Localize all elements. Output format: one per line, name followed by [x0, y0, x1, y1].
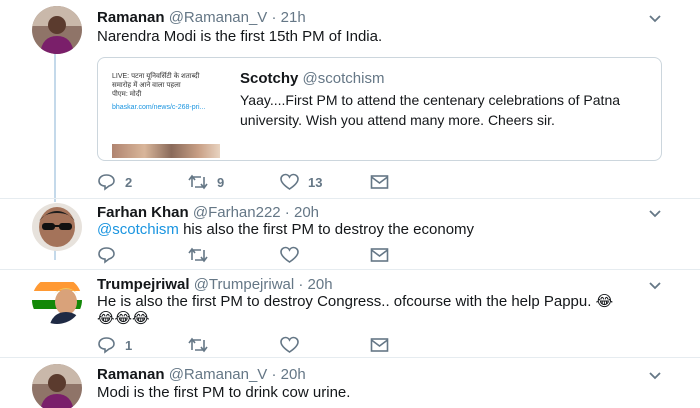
chevron-down-icon[interactable] — [648, 11, 662, 25]
mail-icon — [370, 248, 389, 262]
reply-icon — [98, 247, 115, 264]
author-name[interactable]: Trumpejriwal — [97, 276, 190, 293]
mention-link[interactable]: @scotchism — [97, 221, 179, 238]
tweet[interactable]: Farhan Khan @Farhan222 · 20h @scotchism … — [0, 199, 700, 269]
chevron-down-icon[interactable] — [648, 206, 662, 220]
heart-icon — [280, 173, 299, 190]
avatar[interactable] — [32, 364, 82, 408]
tweet[interactable]: Ramanan @Ramanan_V · 21h Narendra Modi i… — [0, 0, 700, 200]
author-name[interactable]: Ramanan — [97, 366, 165, 383]
tweet-text: He is also the first PM to destroy Congr… — [97, 293, 614, 310]
tweet[interactable]: Trumpejriwal @Trumpejriwal · 20h He is a… — [0, 270, 700, 356]
reply-button[interactable]: 1 — [97, 335, 132, 355]
thumbnail-headline: समारोह में आने वाला पहला — [112, 82, 181, 89]
link-thumbnail[interactable]: LIVE: पटना यूनिवर्सिटी के शताब्दी समारोह… — [108, 66, 225, 158]
tweet-text: Narendra Modi is the first 15th PM of In… — [97, 28, 383, 45]
retweet-icon — [188, 174, 208, 190]
heart-icon — [280, 336, 299, 353]
reply-button[interactable] — [97, 245, 116, 265]
author-meta: @Farhan222 · 20h — [192, 204, 319, 221]
heart-icon — [280, 246, 299, 263]
dm-button[interactable] — [370, 172, 389, 192]
avatar[interactable] — [32, 6, 82, 54]
mail-icon — [370, 175, 389, 189]
emoji-line: 😂😂😂 — [97, 310, 150, 327]
avatar[interactable] — [32, 203, 82, 251]
retweet-icon — [188, 247, 208, 263]
chevron-down-icon[interactable] — [648, 368, 662, 382]
thumbnail-url[interactable]: bhaskar.com/news/c-268-pri... — [112, 104, 205, 111]
mail-icon — [370, 338, 389, 352]
tweet[interactable]: Ramanan @Ramanan_V · 20h Modi is the fir… — [0, 358, 700, 408]
reply-icon — [98, 337, 115, 354]
like-button[interactable] — [280, 245, 299, 265]
like-button[interactable] — [280, 335, 299, 355]
reply-icon — [98, 174, 115, 191]
thumbnail-photo — [112, 144, 220, 158]
retweet-button[interactable] — [188, 335, 208, 355]
retweet-button[interactable]: 9 — [188, 172, 224, 192]
reply-button[interactable]: 2 — [97, 172, 132, 192]
retweet-icon — [188, 337, 208, 353]
dm-button[interactable] — [370, 245, 389, 265]
chevron-down-icon[interactable] — [648, 278, 662, 292]
thumbnail-headline: पीएम: मोदी — [112, 91, 142, 98]
thumbnail-headline: LIVE: पटना यूनिवर्सिटी के शताब्दी — [112, 73, 200, 80]
reply-count: 2 — [125, 174, 133, 190]
avatar[interactable] — [32, 276, 82, 324]
author-meta: @Ramanan_V · 20h — [168, 366, 306, 383]
retweet-button[interactable] — [188, 245, 208, 265]
quoted-tweet-text: Yaay....First PM to attend the centenary… — [240, 92, 621, 128]
dm-button[interactable] — [370, 335, 389, 355]
tweet-text: his also the first PM to destroy the eco… — [178, 221, 475, 238]
author-name[interactable]: Farhan Khan — [97, 204, 189, 221]
retweet-count: 9 — [217, 174, 225, 190]
quoted-author-handle: @scotchism — [302, 70, 385, 87]
like-count: 13 — [308, 174, 323, 190]
tweet-text: Modi is the first PM to drink cow urine. — [97, 384, 351, 401]
quoted-tweet-card[interactable]: LIVE: पटना यूनिवर्सिटी के शताब्दी समारोह… — [97, 57, 662, 161]
author-meta: @Trumpejriwal · 20h — [193, 276, 333, 293]
author-meta: @Ramanan_V · 21h — [168, 9, 306, 26]
like-button[interactable]: 13 — [280, 172, 322, 192]
author-name[interactable]: Ramanan — [97, 9, 165, 26]
quoted-author-name[interactable]: Scotchy — [240, 70, 298, 87]
reply-count: 1 — [125, 337, 133, 353]
